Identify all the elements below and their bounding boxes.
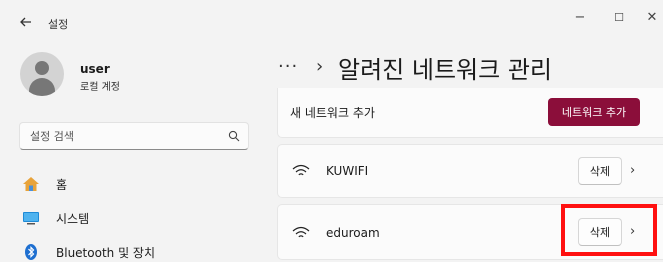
delete-button[interactable]: 삭제 xyxy=(578,157,622,185)
wifi-icon xyxy=(292,164,310,176)
add-network-button[interactable]: 네트워크 추가 xyxy=(548,98,640,126)
bluetooth-icon xyxy=(25,244,37,260)
add-network-label: 새 네트워크 추가 xyxy=(290,106,375,120)
wifi-icon xyxy=(292,226,310,238)
search-icon[interactable] xyxy=(228,130,240,142)
search-input[interactable] xyxy=(20,123,220,149)
highlight-annotation xyxy=(561,204,657,256)
back-button[interactable] xyxy=(18,15,34,31)
back-arrow-icon xyxy=(20,17,31,27)
account-type: 로컬 계정 xyxy=(80,82,120,93)
sidebar-item-bluetooth[interactable]: Bluetooth 및 장치 xyxy=(22,238,252,262)
sidebar-item-label: 홈 xyxy=(56,178,68,192)
sidebar-item-label: Bluetooth 및 장치 xyxy=(56,246,156,260)
minimize-button[interactable]: − xyxy=(565,8,595,28)
avatar-icon xyxy=(20,52,64,96)
chevron-right-icon: › xyxy=(316,56,324,77)
home-icon xyxy=(23,177,39,191)
title-bar: 설정 − ☐ ✕ xyxy=(0,0,663,44)
chevron-right-icon[interactable]: › xyxy=(630,163,642,179)
sidebar-item-home[interactable]: 홈 xyxy=(22,170,252,198)
page-title: 알려진 네트워크 관리 xyxy=(338,56,552,84)
network-name: KUWIFI xyxy=(326,164,369,178)
breadcrumb-more-button[interactable]: ··· xyxy=(278,56,298,77)
app-title: 설정 xyxy=(48,18,69,31)
system-monitor-icon xyxy=(23,212,39,225)
network-name: eduroam xyxy=(326,226,380,240)
maximize-button[interactable]: ☐ xyxy=(604,8,634,28)
sidebar-item-label: 시스템 xyxy=(56,212,90,226)
sidebar-item-system[interactable]: 시스템 xyxy=(22,204,252,232)
close-button[interactable]: ✕ xyxy=(637,8,663,28)
network-item-kuwifi[interactable]: KUWIFI 삭제 › xyxy=(277,144,663,198)
add-network-card: 새 네트워크 추가 네트워크 추가 xyxy=(277,88,663,138)
user-name: user xyxy=(80,62,110,76)
search-box[interactable] xyxy=(19,122,249,150)
